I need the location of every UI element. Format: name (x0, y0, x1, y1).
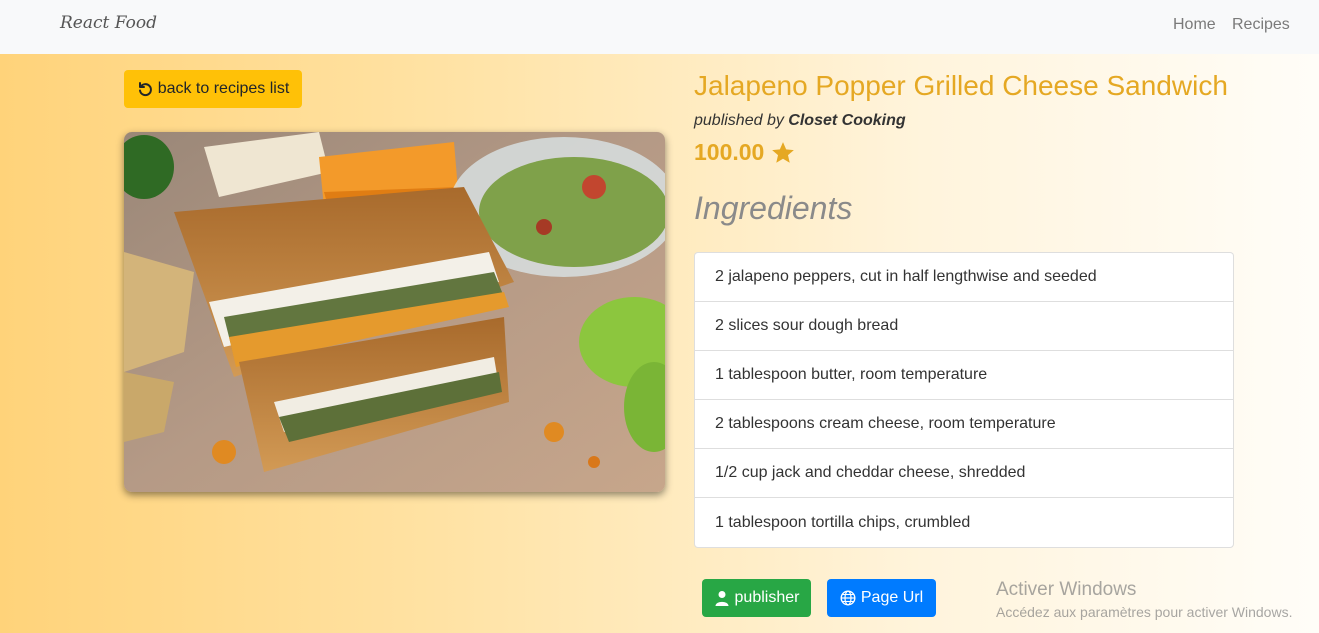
user-icon (715, 591, 729, 606)
ingredient-item: 1 tablespoon butter, room temperature (695, 351, 1233, 400)
windows-activation-subtitle: Accédez aux paramètres pour activer Wind… (996, 604, 1293, 620)
ingredient-item: 1 tablespoon tortilla chips, crumbled (715, 513, 971, 531)
rating-value: 100.00 (694, 139, 765, 165)
back-to-list-button[interactable]: back to recipes list (124, 70, 302, 108)
ingredient-item: 2 jalapeno peppers, cut in half lengthwi… (695, 253, 1233, 302)
recipe-title: Jalapeno Popper Grilled Cheese Sandwich (694, 70, 1228, 101)
recipe-rating: 100.00 (694, 139, 796, 166)
publisher-button-label: publisher (734, 589, 800, 606)
ingredient-item: 2 slices sour dough bread (695, 302, 1233, 351)
back-button-label: back to recipes list (157, 80, 290, 97)
nav-recipes-link[interactable]: Recipes (1232, 16, 1290, 34)
undo-icon (138, 82, 152, 97)
ingredient-item: 2 tablespoons cream cheese, room tempera… (695, 400, 1233, 449)
recipe-image (124, 132, 665, 492)
publisher-name: Closet Cooking (788, 112, 906, 129)
navbar: React Food Home Recipes (0, 0, 1319, 54)
ingredient-item: 1/2 cup jack and cheddar cheese, shredde… (695, 449, 1233, 498)
published-by-line: published by Closet Cooking (694, 112, 906, 130)
globe-icon (840, 590, 856, 606)
publisher-button[interactable]: publisher (702, 579, 811, 617)
ingredients-list: 2 jalapeno peppers, cut in half lengthwi… (694, 252, 1234, 548)
windows-activation-title: Activer Windows (996, 579, 1137, 600)
star-icon (772, 141, 795, 163)
brand-logo[interactable]: React Food (60, 13, 157, 33)
page-url-button-label: Page Url (860, 589, 924, 606)
nav-home-link[interactable]: Home (1173, 16, 1216, 34)
ingredients-heading: Ingredients (694, 190, 853, 226)
published-by-prefix: published by (694, 112, 784, 129)
page-url-button[interactable]: Page Url (827, 579, 936, 617)
